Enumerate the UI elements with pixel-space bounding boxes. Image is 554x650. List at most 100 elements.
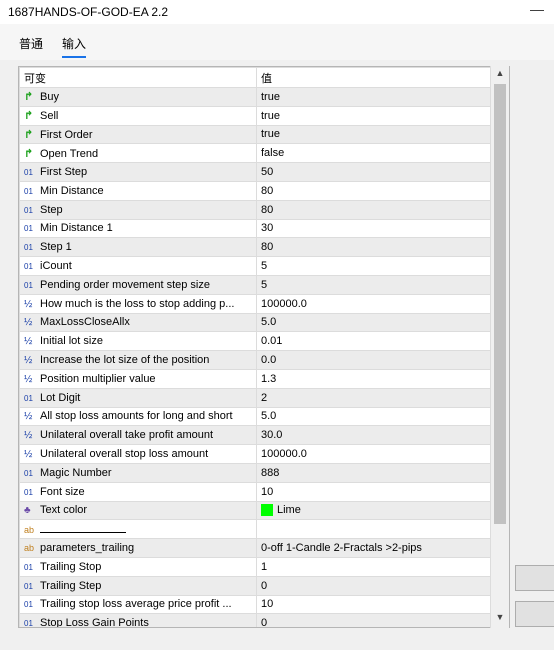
table-row[interactable]: ½ Position multiplier value 1.3 <box>19 368 497 389</box>
variable-cell[interactable]: ½ All stop loss amounts for long and shor… <box>19 406 257 427</box>
variable-cell[interactable]: 01 Font size <box>19 481 257 502</box>
variable-cell[interactable]: 01 Pending order movement step size <box>19 274 257 295</box>
variable-cell[interactable]: 01 Min Distance 1 <box>19 218 257 239</box>
value-cell[interactable]: 80 <box>256 199 497 220</box>
variable-cell[interactable]: 01 Lot Digit <box>19 387 257 408</box>
value-cell[interactable]: 30.0 <box>256 425 497 446</box>
table-row[interactable]: 01 Step 80 <box>19 199 497 220</box>
value-cell[interactable]: 5 <box>256 256 497 276</box>
variable-cell[interactable]: ↱ First Order <box>19 124 257 145</box>
value-cell[interactable]: 888 <box>256 462 497 483</box>
value-cell[interactable]: 0 <box>256 575 497 596</box>
variable-cell[interactable]: 01 Trailing stop loss average price profi… <box>19 594 257 615</box>
value-cell[interactable]: true <box>256 105 497 126</box>
value-cell[interactable]: 1 <box>256 556 497 577</box>
value-cell[interactable]: Lime <box>256 500 497 521</box>
column-header-variable[interactable]: 可变 <box>19 67 257 88</box>
variable-cell[interactable]: 01 Step <box>19 199 257 220</box>
value-cell[interactable]: 0-off 1-Candle 2-Fractals >2-pips <box>256 538 497 558</box>
variable-cell[interactable]: ab <box>19 519 257 540</box>
table-row[interactable]: ab parameters_trailing 0-off 1-Candle 2-Fr… <box>19 538 497 558</box>
table-row[interactable]: 01 Min Distance 1 30 <box>19 218 497 239</box>
variable-cell[interactable]: 01 Trailing Stop <box>19 556 257 577</box>
table-row[interactable]: 01 First Step 50 <box>19 162 497 182</box>
side-button-2[interactable] <box>515 601 554 627</box>
table-row[interactable]: ½ How much is the loss to stop adding p..… <box>19 293 497 314</box>
scroll-up-icon[interactable]: ▲ <box>494 68 506 82</box>
variable-cell[interactable]: 01 iCount <box>19 256 257 276</box>
scroll-down-icon[interactable]: ▼ <box>494 612 506 626</box>
table-row[interactable]: 01 Stop Loss Gain Points 0 <box>19 613 497 627</box>
table-row[interactable]: 01 Trailing Stop 1 <box>19 556 497 577</box>
minimize-button[interactable]: — <box>528 1 546 19</box>
tab-common[interactable]: 普通 <box>19 35 43 56</box>
value-cell[interactable]: 80 <box>256 237 497 258</box>
variable-cell[interactable]: ↱ Buy <box>19 87 257 107</box>
value-cell[interactable]: 0.01 <box>256 331 497 352</box>
value-cell[interactable]: 50 <box>256 162 497 182</box>
table-row[interactable]: ↱ Sell true <box>19 105 497 126</box>
table-row[interactable]: 01 Magic Number 888 <box>19 462 497 483</box>
value-cell[interactable]: 0 <box>256 613 497 627</box>
value-cell[interactable]: 100000.0 <box>256 444 497 464</box>
value-cell[interactable]: 2 <box>256 387 497 408</box>
scroll-thumb[interactable] <box>494 84 506 524</box>
table-row[interactable]: 01 Lot Digit 2 <box>19 387 497 408</box>
value-cell[interactable]: 5 <box>256 274 497 295</box>
table-row[interactable]: 01 Trailing stop loss average price profi… <box>19 594 497 615</box>
table-row[interactable]: ab <box>19 519 497 540</box>
variable-cell[interactable]: 01 First Step <box>19 162 257 182</box>
value-cell[interactable]: 0.0 <box>256 350 497 370</box>
variable-cell[interactable]: ½ Position multiplier value <box>19 368 257 389</box>
table-row[interactable]: 01 Font size 10 <box>19 481 497 502</box>
variable-cell[interactable]: ½ Increase the lot size of the position <box>19 350 257 370</box>
value-cell[interactable]: false <box>256 143 497 164</box>
value-cell[interactable]: true <box>256 124 497 145</box>
variable-cell[interactable]: 01 Stop Loss Gain Points <box>19 613 257 627</box>
table-row[interactable]: 01 Trailing Step 0 <box>19 575 497 596</box>
variable-cell[interactable]: ♣ Text color <box>19 500 257 521</box>
table-row[interactable]: ½ All stop loss amounts for long and shor… <box>19 406 497 427</box>
table-row[interactable]: ♣ Text color Lime <box>19 500 497 521</box>
variable-cell[interactable]: ↱ Sell <box>19 105 257 126</box>
variable-cell[interactable]: 01 Step 1 <box>19 237 257 258</box>
side-button-1[interactable] <box>515 565 554 591</box>
value-cell[interactable]: 80 <box>256 180 497 201</box>
table-row[interactable]: ½ Unilateral overall take profit amount 30… <box>19 425 497 446</box>
vertical-scrollbar[interactable]: ▲ ▼ <box>490 66 509 628</box>
table-row[interactable]: 01 Step 1 80 <box>19 237 497 258</box>
table-row[interactable]: ½ MaxLossCloseAllx 5.0 <box>19 312 497 333</box>
table-row[interactable]: ½ Unilateral overall stop loss amount 1000… <box>19 444 497 464</box>
variable-cell[interactable]: 01 Min Distance <box>19 180 257 201</box>
value-cell[interactable]: 100000.0 <box>256 293 497 314</box>
value-cell[interactable]: 10 <box>256 594 497 615</box>
variable-cell[interactable]: ½ Unilateral overall stop loss amount <box>19 444 257 464</box>
value-cell[interactable]: 5.0 <box>256 312 497 333</box>
value-cell[interactable] <box>256 519 497 540</box>
value-cell[interactable]: 5.0 <box>256 406 497 427</box>
value-cell[interactable]: 1.3 <box>256 368 497 389</box>
variable-cell[interactable]: 01 Magic Number <box>19 462 257 483</box>
variable-cell[interactable]: ½ Initial lot size <box>19 331 257 352</box>
inputs-grid[interactable]: 可变 值 ↱ Buy true ↱ Sell true ↱ First Order true ↱ O… <box>18 66 510 628</box>
variable-cell[interactable]: ½ How much is the loss to stop adding p..… <box>19 293 257 314</box>
value-cell[interactable]: 10 <box>256 481 497 502</box>
table-row[interactable]: 01 Min Distance 80 <box>19 180 497 201</box>
table-row[interactable]: 01 iCount 5 <box>19 256 497 276</box>
table-row[interactable]: ½ Initial lot size 0.01 <box>19 331 497 352</box>
tab-inputs[interactable]: 输入 <box>62 35 87 58</box>
variable-cell[interactable]: ↱ Open Trend <box>19 143 257 164</box>
table-row[interactable]: ↱ Buy true <box>19 87 497 107</box>
variable-cell[interactable]: ½ Unilateral overall take profit amount <box>19 425 257 446</box>
variable-cell[interactable]: ½ MaxLossCloseAllx <box>19 312 257 333</box>
variable-cell[interactable]: ab parameters_trailing <box>19 538 257 558</box>
color-swatch[interactable] <box>261 504 273 517</box>
table-row[interactable]: 01 Pending order movement step size 5 <box>19 274 497 295</box>
table-row[interactable]: ↱ First Order true <box>19 124 497 145</box>
variable-cell[interactable]: 01 Trailing Step <box>19 575 257 596</box>
table-row[interactable]: ½ Increase the lot size of the position 0.… <box>19 350 497 370</box>
table-row[interactable]: ↱ Open Trend false <box>19 143 497 164</box>
column-header-value[interactable]: 值 <box>256 67 497 88</box>
value-cell[interactable]: true <box>256 87 497 107</box>
value-cell[interactable]: 30 <box>256 218 497 239</box>
